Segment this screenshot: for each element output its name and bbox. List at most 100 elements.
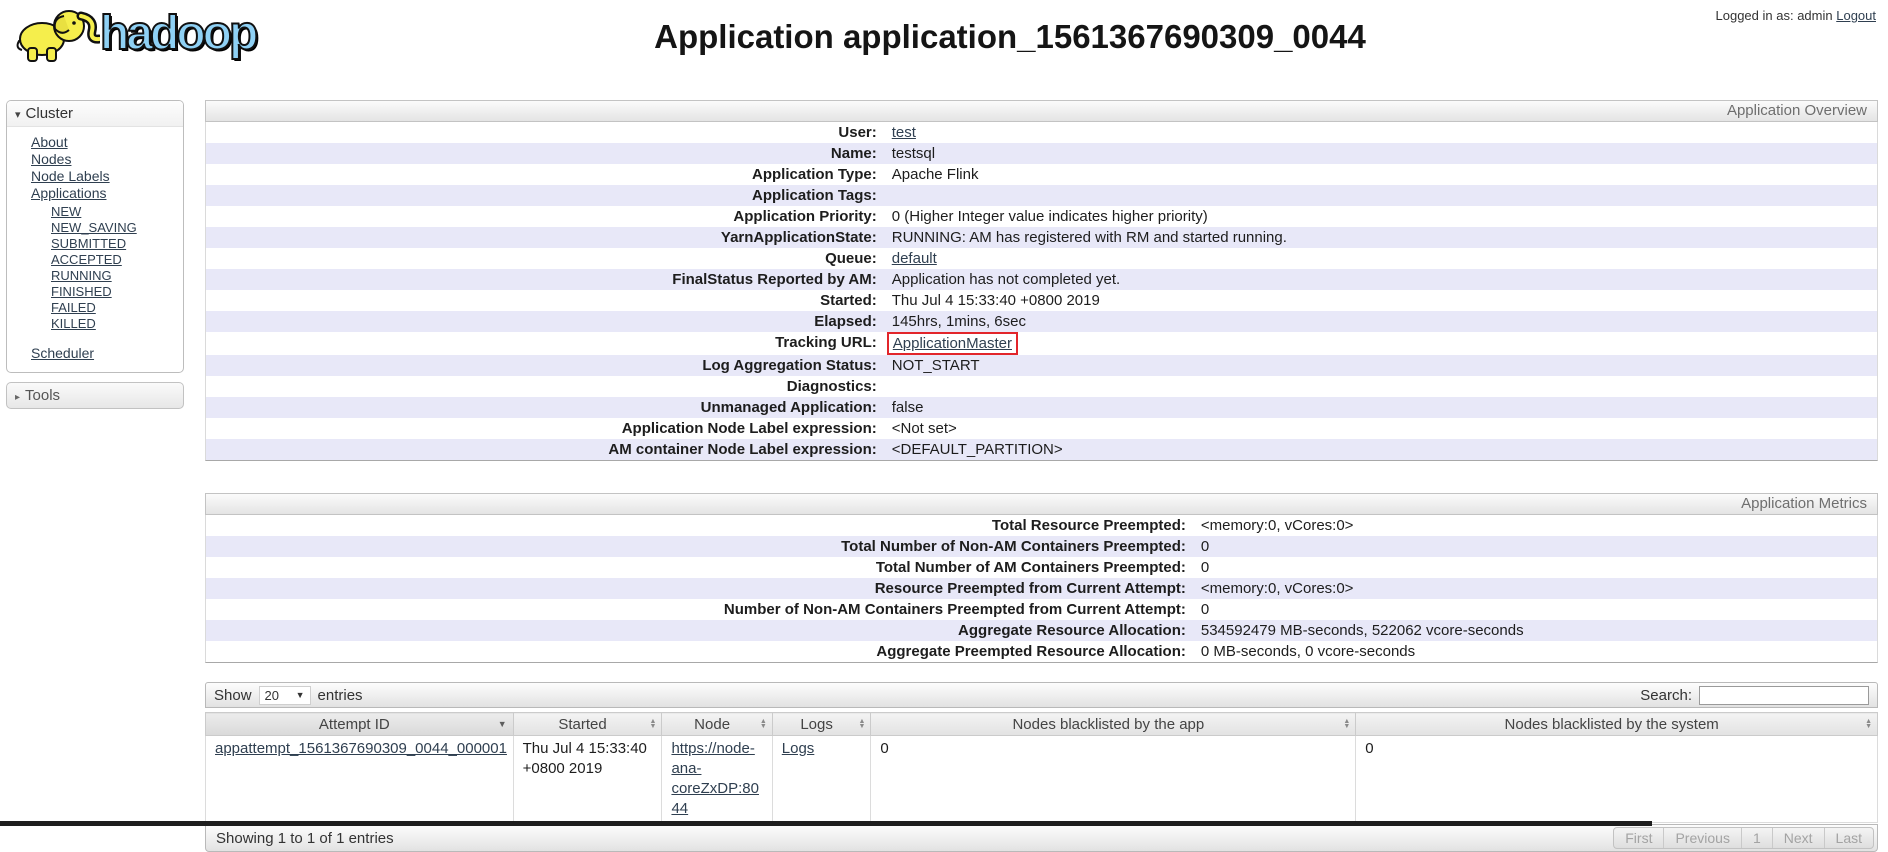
application-overview-header: Application Overview bbox=[205, 100, 1878, 122]
column-header-attempt-id[interactable]: Attempt ID ▼ bbox=[206, 713, 514, 736]
sidebar-item-node-labels[interactable]: Node Labels bbox=[31, 168, 179, 185]
info-label: Application Type: bbox=[206, 164, 883, 185]
info-label: Number of Non-AM Containers Preempted fr… bbox=[206, 599, 1192, 620]
hadoop-elephant-icon bbox=[12, 4, 100, 64]
page-title: Application application_1561367690309_00… bbox=[120, 18, 1888, 56]
logs-link[interactable]: Logs bbox=[782, 740, 815, 757]
info-label: YarnApplicationState: bbox=[206, 227, 883, 248]
info-value: false bbox=[883, 397, 1877, 418]
info-label: Unmanaged Application: bbox=[206, 397, 883, 418]
application-master-link[interactable]: ApplicationMaster bbox=[893, 335, 1012, 352]
search-input[interactable] bbox=[1699, 686, 1869, 705]
overview-row-elapsed: Elapsed: 145hrs, 1mins, 6sec bbox=[206, 311, 1877, 332]
sort-desc-icon: ▼ bbox=[498, 719, 507, 729]
attempt-id-link[interactable]: appattempt_1561367690309_0044_000001 bbox=[215, 740, 507, 757]
overview-row-diagnostics: Diagnostics: bbox=[206, 376, 1877, 397]
overview-row-application-type: Application Type: Apache Flink bbox=[206, 164, 1877, 185]
info-value: 0 bbox=[1192, 557, 1877, 578]
overview-row-queue: Queue: default bbox=[206, 248, 1877, 269]
sort-both-icon: ▲▼ bbox=[650, 719, 657, 729]
pagination-next-button[interactable]: Next bbox=[1772, 828, 1824, 848]
attempt-started-cell: Thu Jul 4 15:33:40 +0800 2019 bbox=[513, 736, 662, 823]
pagination-previous-button[interactable]: Previous bbox=[1663, 828, 1740, 848]
overview-row-tracking-url: Tracking URL: ApplicationMaster bbox=[206, 332, 1877, 355]
pagination-last-button[interactable]: Last bbox=[1824, 828, 1873, 848]
table-footer-bar: Showing 1 to 1 of 1 entries First Previo… bbox=[205, 824, 1878, 852]
overview-row-application-node-label: Application Node Label expression: <Not … bbox=[206, 418, 1877, 439]
chevron-down-icon: ▾ bbox=[15, 109, 21, 121]
metrics-row-non-am-preempted-current: Number of Non-AM Containers Preempted fr… bbox=[206, 599, 1877, 620]
entries-label: entries bbox=[318, 687, 363, 704]
info-value: 0 bbox=[1192, 536, 1877, 557]
info-value: 534592479 MB-seconds, 522062 vcore-secon… bbox=[1192, 620, 1877, 641]
overview-row-application-priority: Application Priority: 0 (Higher Integer … bbox=[206, 206, 1877, 227]
attempts-section: Show 20 ▼ entries Search: Attempt bbox=[205, 682, 1878, 852]
info-value: <memory:0, vCores:0> bbox=[1192, 578, 1877, 599]
info-value: testsql bbox=[883, 143, 1877, 164]
info-value: 145hrs, 1mins, 6sec bbox=[883, 311, 1877, 332]
chevron-right-icon: ▸ bbox=[15, 392, 20, 403]
sidebar-item-submitted[interactable]: SUBMITTED bbox=[51, 236, 179, 252]
application-overview-panel: Application Overview User: test Name: te… bbox=[205, 100, 1878, 461]
info-label: Log Aggregation Status: bbox=[206, 355, 883, 376]
sidebar-item-finished[interactable]: FINISHED bbox=[51, 284, 179, 300]
sidebar-item-killed[interactable]: KILLED bbox=[51, 316, 179, 332]
cluster-section-header[interactable]: ▾ Cluster bbox=[7, 101, 183, 127]
attempt-row: appattempt_1561367690309_0044_000001 Thu… bbox=[206, 736, 1878, 823]
tracking-url-highlight: ApplicationMaster bbox=[887, 332, 1018, 355]
sidebar-item-applications[interactable]: Applications bbox=[31, 185, 179, 202]
sidebar-item-scheduler[interactable]: Scheduler bbox=[31, 345, 94, 362]
blacklisted-by-system-cell: 0 bbox=[1356, 736, 1878, 823]
user-link[interactable]: test bbox=[892, 124, 916, 141]
metrics-row-aggregate-resource-allocation: Aggregate Resource Allocation: 534592479… bbox=[206, 620, 1877, 641]
pagination-first-button[interactable]: First bbox=[1614, 828, 1663, 848]
info-label: Queue: bbox=[206, 248, 883, 269]
metrics-row-total-resource-preempted: Total Resource Preempted: <memory:0, vCo… bbox=[206, 515, 1877, 536]
window-bottom-edge bbox=[0, 821, 1652, 826]
sidebar-item-new-saving[interactable]: NEW_SAVING bbox=[51, 220, 179, 236]
tools-section-title: Tools bbox=[25, 387, 60, 404]
info-value: <Not set> bbox=[883, 418, 1877, 439]
info-value: <DEFAULT_PARTITION> bbox=[883, 439, 1877, 460]
overview-row-unmanaged-application: Unmanaged Application: false bbox=[206, 397, 1877, 418]
info-label: AM container Node Label expression: bbox=[206, 439, 883, 460]
info-label: Diagnostics: bbox=[206, 376, 883, 397]
sidebar-item-about[interactable]: About bbox=[31, 134, 179, 151]
column-header-blacklisted-app[interactable]: Nodes blacklisted by the app ▲▼ bbox=[871, 713, 1356, 736]
info-label: FinalStatus Reported by AM: bbox=[206, 269, 883, 290]
tools-section-header[interactable]: ▸ Tools bbox=[6, 382, 184, 409]
sidebar-item-accepted[interactable]: ACCEPTED bbox=[51, 252, 179, 268]
table-controls-bar: Show 20 ▼ entries Search: bbox=[205, 682, 1878, 708]
info-value: RUNNING: AM has registered with RM and s… bbox=[883, 227, 1877, 248]
metrics-row-resource-preempted-current: Resource Preempted from Current Attempt:… bbox=[206, 578, 1877, 599]
node-link[interactable]: https://node-ana-coreZxDP:8044 bbox=[671, 740, 759, 817]
cluster-section-title: Cluster bbox=[26, 105, 74, 122]
attempts-table: Attempt ID ▼ Started ▲▼ Node ▲▼ Logs ▲▼ bbox=[205, 712, 1878, 823]
page-size-select[interactable]: 20 ▼ bbox=[259, 686, 311, 705]
info-label: User: bbox=[206, 122, 883, 143]
overview-row-started: Started: Thu Jul 4 15:33:40 +0800 2019 bbox=[206, 290, 1877, 311]
info-label: Application Tags: bbox=[206, 185, 883, 206]
column-header-logs[interactable]: Logs ▲▼ bbox=[772, 713, 871, 736]
cluster-section: ▾ Cluster About Nodes Node Labels Applica… bbox=[6, 100, 184, 373]
overview-row-log-aggregation-status: Log Aggregation Status: NOT_START bbox=[206, 355, 1877, 376]
info-label: Total Number of Non-AM Containers Preemp… bbox=[206, 536, 1192, 557]
sort-both-icon: ▲▼ bbox=[1343, 719, 1350, 729]
info-value: 0 bbox=[1192, 599, 1877, 620]
sidebar-item-new[interactable]: NEW bbox=[51, 204, 179, 220]
info-value: Apache Flink bbox=[883, 164, 1877, 185]
pagination-page-1-button[interactable]: 1 bbox=[1741, 828, 1772, 848]
column-header-started[interactable]: Started ▲▼ bbox=[513, 713, 662, 736]
column-header-node[interactable]: Node ▲▼ bbox=[662, 713, 772, 736]
sidebar-item-nodes[interactable]: Nodes bbox=[31, 151, 179, 168]
overview-row-am-container-node-label: AM container Node Label expression: <DEF… bbox=[206, 439, 1877, 460]
sort-both-icon: ▲▼ bbox=[858, 719, 865, 729]
queue-link[interactable]: default bbox=[892, 250, 937, 267]
info-label: Aggregate Preempted Resource Allocation: bbox=[206, 641, 1192, 662]
sidebar-item-running[interactable]: RUNNING bbox=[51, 268, 179, 284]
sort-both-icon: ▲▼ bbox=[760, 719, 767, 729]
column-header-blacklisted-system[interactable]: Nodes blacklisted by the system ▲▼ bbox=[1356, 713, 1878, 736]
overview-row-name: Name: testsql bbox=[206, 143, 1877, 164]
sidebar-item-failed[interactable]: FAILED bbox=[51, 300, 179, 316]
info-value bbox=[883, 185, 1877, 206]
